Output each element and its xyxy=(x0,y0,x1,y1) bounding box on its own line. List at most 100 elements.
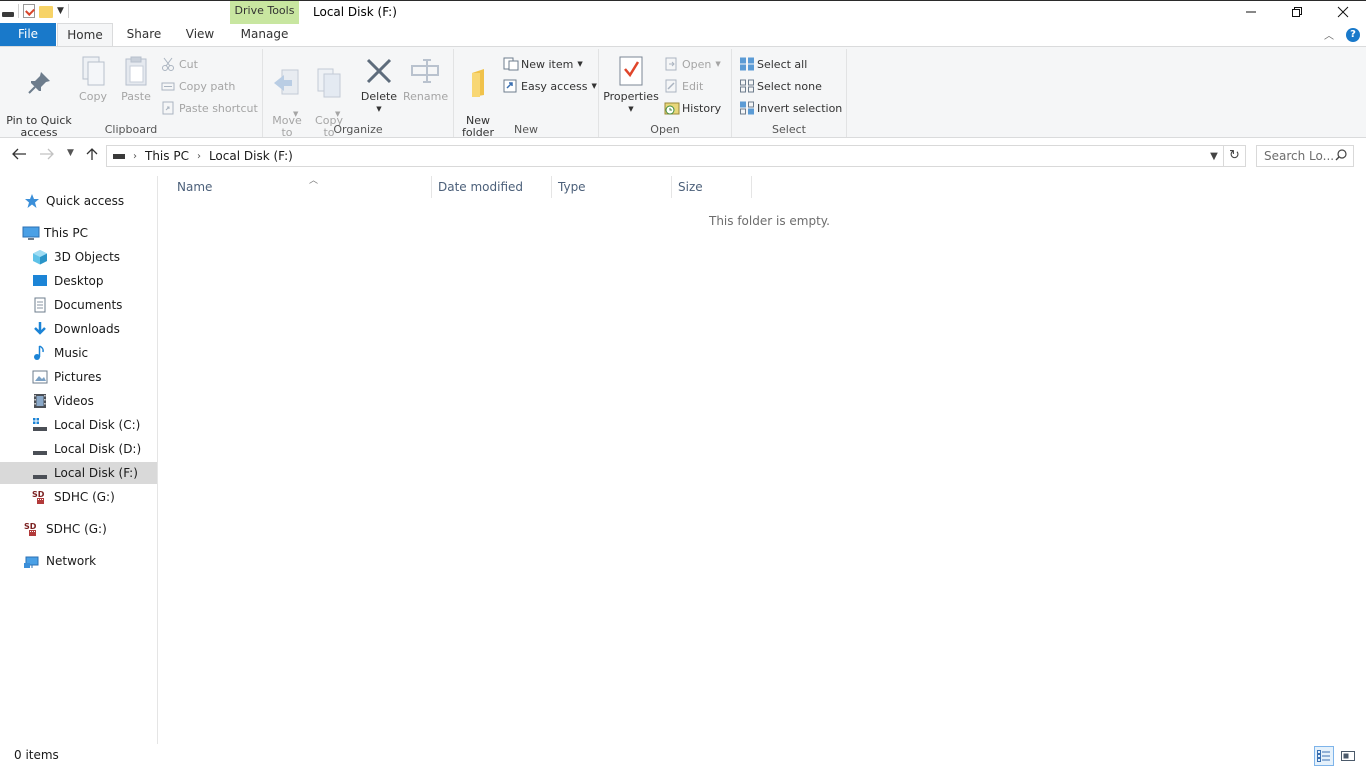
breadcrumb-separator-icon[interactable]: › xyxy=(133,151,137,162)
tab-share[interactable]: Share xyxy=(116,23,172,46)
delete-button[interactable]: Delete ▼ xyxy=(359,55,399,115)
tab-view[interactable]: View xyxy=(172,23,228,46)
nav-item-label: SDHC (G:) xyxy=(54,490,115,504)
address-history-chevron-icon[interactable]: ▼ xyxy=(1205,151,1223,162)
select-none-button[interactable]: Select none xyxy=(739,77,822,95)
cut-button[interactable]: Cut xyxy=(161,55,198,73)
nav-item-sdhc-g[interactable]: SD SDHC (G:) xyxy=(0,518,157,540)
nav-item-3d-objects[interactable]: 3D Objects xyxy=(0,246,157,268)
column-header-type[interactable]: Type xyxy=(552,176,672,198)
tab-file[interactable]: File xyxy=(0,23,56,46)
nav-item-quick-access[interactable]: Quick access xyxy=(0,190,157,212)
rename-icon xyxy=(409,55,441,87)
paste-label: Paste xyxy=(121,90,151,103)
recent-locations-chevron-icon[interactable]: ▼ xyxy=(67,148,74,158)
close-icon xyxy=(1337,6,1349,18)
tab-manage[interactable]: Manage xyxy=(230,23,299,46)
breadcrumb-this-pc[interactable]: This PC xyxy=(145,149,189,163)
status-bar: 0 items xyxy=(0,744,1366,768)
file-list: Name ︿ Date modified Type Size This fold… xyxy=(159,176,1366,744)
column-header-label: Date modified xyxy=(438,180,524,194)
copy-to-dropdown-icon: ▼ xyxy=(335,110,341,118)
easy-access-button[interactable]: Easy access ▼ xyxy=(503,77,597,95)
new-folder-quick-icon[interactable] xyxy=(39,6,53,18)
paste-shortcut-label: Paste shortcut xyxy=(179,101,258,115)
nav-item-local-disk-f[interactable]: Local Disk (F:) xyxy=(0,462,157,484)
nav-item-local-disk-d[interactable]: Local Disk (D:) xyxy=(0,438,157,460)
column-header-label: Type xyxy=(558,180,586,194)
copy-icon xyxy=(77,55,109,87)
move-to-button[interactable]: Move to ▼ xyxy=(269,55,305,151)
easy-access-label: Easy access xyxy=(521,79,588,93)
nav-item-this-pc[interactable]: This PC xyxy=(0,222,157,244)
nav-item-label: 3D Objects xyxy=(54,250,121,264)
paste-shortcut-button[interactable]: Paste shortcut xyxy=(161,99,258,117)
nav-item-pictures[interactable]: Pictures xyxy=(0,366,157,388)
paste-button[interactable]: Paste xyxy=(116,55,156,103)
minimize-ribbon-chevron-icon[interactable]: ︿ xyxy=(1324,27,1334,42)
properties-button[interactable]: Properties ▼ xyxy=(603,55,659,115)
help-icon[interactable]: ? xyxy=(1346,27,1360,42)
cube-icon xyxy=(32,249,48,265)
nav-item-local-disk-c[interactable]: Local Disk (C:) xyxy=(0,414,157,436)
invert-selection-label: Invert selection xyxy=(757,101,843,115)
nav-item-desktop[interactable]: Desktop xyxy=(0,270,157,292)
select-group-label: Select xyxy=(772,123,806,136)
nav-item-network[interactable]: Network xyxy=(0,550,157,572)
column-header-name[interactable]: Name ︿ xyxy=(171,176,432,198)
forward-button[interactable] xyxy=(39,147,55,165)
refresh-icon[interactable]: ↻ xyxy=(1223,146,1245,166)
select-none-label: Select none xyxy=(757,79,822,93)
column-header-size[interactable]: Size xyxy=(672,176,752,198)
up-button[interactable] xyxy=(85,147,99,165)
pin-icon xyxy=(23,67,55,99)
back-arrow-icon xyxy=(12,148,26,160)
properties-quick-icon[interactable] xyxy=(23,4,35,18)
new-item-label: New item xyxy=(521,57,574,71)
drive-tools-context-label: Drive Tools xyxy=(230,1,299,24)
new-group-label: New xyxy=(514,123,538,136)
history-button[interactable]: History xyxy=(664,99,721,117)
open-label: Open xyxy=(682,57,712,71)
organize-group: Move to ▼ Copy to ▼ Delete ▼ Rename Orga… xyxy=(263,49,454,139)
breadcrumb-local-disk-f[interactable]: Local Disk (F:) xyxy=(209,149,293,163)
nav-item-label: Local Disk (F:) xyxy=(54,466,138,480)
paste-icon xyxy=(120,55,152,87)
close-button[interactable] xyxy=(1320,1,1366,23)
select-all-button[interactable]: Select all xyxy=(739,55,807,73)
large-icons-view-button[interactable] xyxy=(1338,746,1358,766)
copy-path-button[interactable]: Copy path xyxy=(161,77,235,95)
breadcrumb-separator-icon[interactable]: › xyxy=(197,151,201,162)
invert-selection-button[interactable]: Invert selection xyxy=(739,99,842,117)
star-icon xyxy=(24,193,40,209)
nav-item-downloads[interactable]: Downloads xyxy=(0,318,157,340)
edit-button[interactable]: Edit xyxy=(664,77,703,95)
open-button[interactable]: Open ▼ xyxy=(664,55,721,73)
rename-button[interactable]: Rename xyxy=(403,55,448,103)
tab-home[interactable]: Home xyxy=(57,23,113,47)
nav-item-documents[interactable]: Documents xyxy=(0,294,157,316)
address-bar[interactable]: › This PC › Local Disk (F:) ▼ ↻ xyxy=(106,145,1246,167)
copy-to-button[interactable]: Copy to ▼ xyxy=(311,55,347,151)
nav-item-music[interactable]: Music xyxy=(0,342,157,364)
easy-access-dropdown-icon: ▼ xyxy=(591,82,597,90)
folder-icon xyxy=(462,67,494,99)
column-header-date-modified[interactable]: Date modified xyxy=(432,176,552,198)
back-button[interactable] xyxy=(11,147,27,165)
restore-button[interactable] xyxy=(1274,1,1320,23)
paste-shortcut-icon xyxy=(161,101,175,115)
minimize-button[interactable] xyxy=(1228,1,1274,23)
search-input[interactable]: Search Lo... xyxy=(1256,145,1354,167)
history-icon xyxy=(664,101,680,115)
window-title: Local Disk (F:) xyxy=(313,5,397,19)
nav-item-videos[interactable]: Videos xyxy=(0,390,157,412)
open-group-label: Open xyxy=(650,123,680,136)
up-arrow-icon xyxy=(86,148,98,160)
customize-toolbar-chevron-icon[interactable]: ▼ xyxy=(57,6,64,16)
copy-button[interactable]: Copy xyxy=(75,55,111,103)
details-view-button[interactable] xyxy=(1314,746,1334,766)
new-item-button[interactable]: New item ▼ xyxy=(503,55,583,73)
pictures-icon xyxy=(32,369,48,385)
network-icon xyxy=(24,553,40,569)
nav-item-sdhc-g-sub[interactable]: SD SDHC (G:) xyxy=(0,486,157,508)
